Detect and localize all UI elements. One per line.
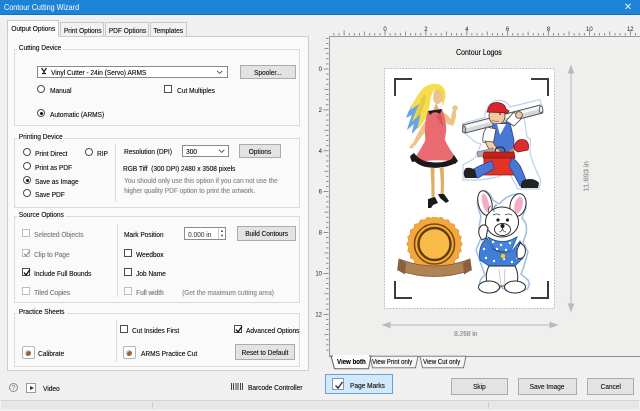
svg-text:8: 8 — [547, 27, 551, 33]
svg-text:2: 2 — [319, 108, 323, 114]
svg-text:8: 8 — [319, 231, 323, 237]
svg-text:4: 4 — [465, 27, 469, 33]
svg-text:2: 2 — [424, 27, 428, 33]
svg-text:6: 6 — [506, 27, 510, 33]
svg-text:0: 0 — [383, 27, 387, 33]
svg-text:10: 10 — [586, 27, 593, 33]
svg-text:12: 12 — [315, 312, 322, 318]
svg-text:12: 12 — [627, 27, 634, 33]
svg-text:4: 4 — [319, 149, 323, 155]
svg-text:10: 10 — [315, 271, 322, 277]
svg-text:6: 6 — [319, 190, 323, 196]
svg-text:0: 0 — [319, 67, 323, 73]
